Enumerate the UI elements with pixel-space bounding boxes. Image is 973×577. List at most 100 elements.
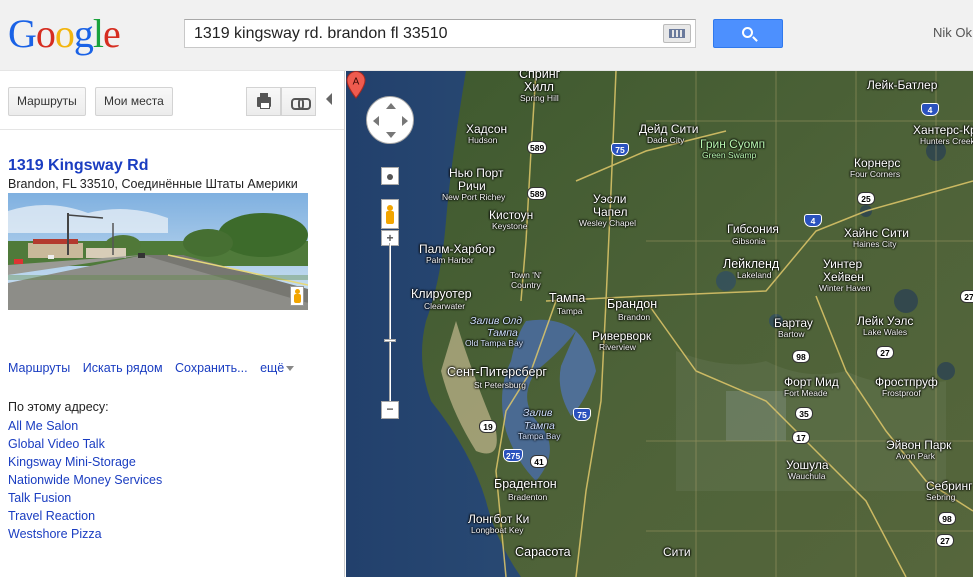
pan-left-icon[interactable] (373, 116, 379, 126)
business-list: All Me Salon Global Video Talk Kingsway … (8, 417, 162, 543)
business-link[interactable]: Nationwide Money Services (8, 471, 162, 489)
map-label: Нью Порт (449, 166, 504, 180)
zoom-out-button[interactable]: − (381, 401, 399, 419)
map-label: Riverview (599, 342, 636, 352)
map-label: New Port Richey (442, 192, 506, 202)
search-nearby-link[interactable]: Искать рядом (83, 361, 163, 375)
map-label: Avon Park (896, 451, 936, 461)
map-label: Грин Суомп (700, 137, 766, 151)
map-label: Old Tampa Bay (465, 338, 523, 348)
map-label: Wesley Chapel (579, 218, 637, 228)
user-name[interactable]: Nik Ok (933, 25, 972, 40)
top-bar: Google Nik Ok (0, 0, 973, 71)
route-shield: 27 (960, 290, 973, 303)
map-label: Lakeland (737, 270, 772, 280)
map-label: Лейкленд (723, 257, 780, 271)
at-address-label: По этому адресу: (8, 400, 109, 414)
print-button[interactable] (246, 87, 281, 116)
map-label: Клируотер (411, 287, 472, 301)
route-shield: 98 (792, 350, 810, 363)
business-link[interactable]: Kingsway Mini-Storage (8, 453, 162, 471)
map-label: Dade City (647, 135, 685, 145)
map-label: Clearwater (424, 301, 466, 311)
business-link[interactable]: Travel Reaction (8, 507, 162, 525)
save-link[interactable]: Сохранить... (175, 361, 248, 375)
map-label: Hudson (468, 135, 498, 145)
logo-letter: g (73, 11, 94, 56)
keyboard-icon (669, 29, 685, 38)
map-label: Wauchula (788, 471, 826, 481)
satellite-map[interactable]: Спринг Хилл Spring Hill Хадсон Hudson Де… (346, 71, 973, 577)
map-label: Хадсон (466, 122, 508, 136)
directions-button[interactable]: Маршруты (8, 87, 86, 116)
logo-letter: e (103, 11, 121, 56)
map-label: Palm Harbor (426, 255, 474, 265)
more-link[interactable]: ещё (260, 361, 295, 375)
street-view-photo (8, 193, 308, 310)
logo-letter: G (8, 11, 37, 56)
map-label: Хилл (524, 80, 554, 94)
more-label: ещё (260, 361, 285, 375)
map-label: Frostproof (882, 388, 921, 398)
print-icon (257, 93, 271, 109)
interstate-shield: 4 (804, 214, 822, 227)
business-link[interactable]: Talk Fusion (8, 489, 162, 507)
logo-letter: l (92, 11, 104, 56)
map-label: Палм-Харбор (419, 242, 496, 256)
marker-label: A (353, 77, 360, 88)
map-label: Уэсли (593, 192, 627, 206)
map-label: Лейк Уэлс (857, 314, 914, 328)
map-label: Lake Wales (863, 327, 908, 337)
business-link[interactable]: Westshore Pizza (8, 525, 162, 543)
map-label: Корнерс (854, 156, 901, 170)
link-button[interactable] (281, 87, 316, 116)
map-label: Риверворк (592, 329, 652, 343)
pan-right-icon[interactable] (402, 116, 408, 126)
logo-letter: o (35, 11, 56, 56)
business-link[interactable]: Global Video Talk (8, 435, 162, 453)
map-label: Чапел (593, 205, 628, 219)
map-label: Лейк-Батлер (867, 78, 938, 92)
place-title[interactable]: 1319 Kingsway Rd (8, 157, 149, 175)
map-label: Four Corners (850, 169, 901, 179)
map-label: Спринг (519, 71, 561, 81)
pegman-icon[interactable] (290, 286, 304, 306)
street-view-thumbnail[interactable] (8, 193, 308, 310)
business-link[interactable]: All Me Salon (8, 417, 162, 435)
logo-letter: o (54, 11, 75, 56)
map-label: Гибсония (727, 222, 779, 236)
map-label: Залив Олд (470, 315, 523, 327)
route-shield: 41 (530, 455, 548, 468)
search-button[interactable] (713, 19, 783, 48)
map-label: Green Swamp (702, 150, 757, 160)
map-label: Сарасота (515, 545, 571, 559)
map-label: Bartow (778, 329, 805, 339)
zoom-slider-track[interactable] (389, 243, 391, 417)
location-marker-icon[interactable]: A (346, 71, 366, 99)
directions-link[interactable]: Маршруты (8, 361, 70, 375)
pegman-body-icon (386, 211, 394, 224)
map-label: Country (511, 280, 541, 290)
pan-down-icon[interactable] (386, 132, 396, 138)
street-view-pegman-button[interactable] (381, 199, 399, 229)
zoom-slider-handle[interactable] (384, 339, 396, 342)
my-places-button[interactable]: Мои места (95, 87, 173, 116)
keyboard-button[interactable] (663, 24, 691, 43)
route-shield: 35 (795, 407, 813, 420)
map-label: Sebring (926, 492, 956, 502)
map-label: St Petersburg (474, 380, 526, 390)
my-location-button[interactable] (381, 167, 399, 185)
map-label: Town 'N' (510, 270, 542, 280)
collapse-panel-icon[interactable] (326, 93, 332, 105)
map-label: Уошула (786, 458, 829, 472)
pan-control[interactable] (366, 96, 414, 144)
map-label: Tampa Bay (518, 431, 561, 441)
search-input[interactable] (185, 20, 655, 47)
map-label: Хейвен (823, 270, 864, 284)
google-logo[interactable]: Google (8, 10, 121, 58)
search-box (184, 19, 696, 48)
route-shield: 25 (857, 192, 875, 205)
pan-up-icon[interactable] (386, 103, 396, 109)
map-label: Залив (523, 407, 553, 419)
interstate-shield: 275 (503, 449, 524, 462)
